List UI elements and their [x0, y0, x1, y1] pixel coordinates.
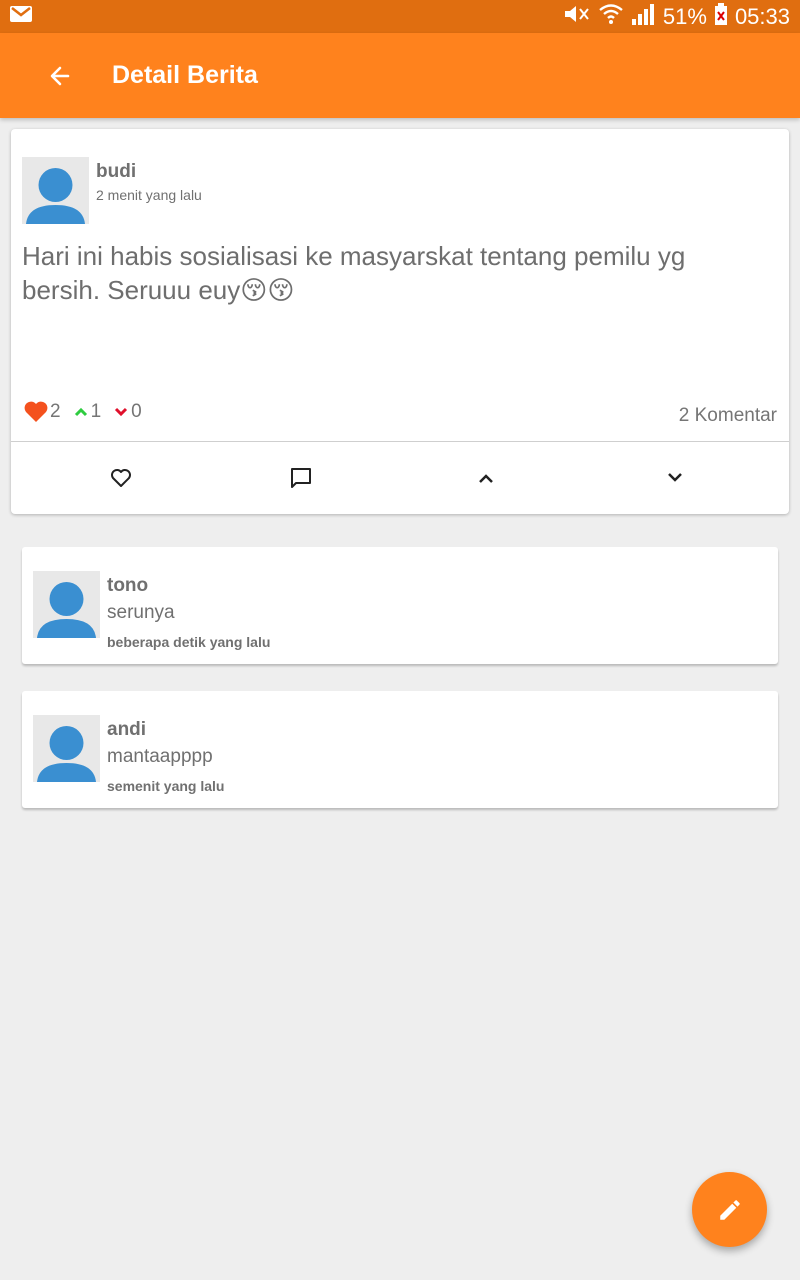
battery-icon — [714, 2, 727, 31]
upvote-button[interactable] — [468, 460, 504, 496]
status-bar: 51% 05:33 — [0, 0, 800, 33]
comment-author: tono — [107, 575, 149, 596]
page-title: Detail Berita — [112, 61, 258, 89]
downvote-count: 0 — [131, 401, 142, 422]
post-time: 2 menit yang lalu — [96, 187, 202, 203]
avatar — [33, 571, 100, 638]
back-button[interactable] — [30, 46, 90, 106]
comment-text: serunya — [107, 602, 175, 623]
post-author: budi — [96, 161, 137, 182]
wifi-icon — [599, 3, 623, 31]
comment-author: andi — [107, 719, 147, 740]
comment-card: tono serunya beberapa detik yang lalu — [22, 547, 778, 664]
comment-button[interactable] — [283, 460, 319, 496]
comment-text: mantaapppp — [107, 746, 213, 767]
comment-card: andi mantaapppp semenit yang lalu — [22, 691, 778, 808]
downvote-stat: 0 — [113, 401, 142, 423]
chevron-up-icon — [74, 407, 87, 417]
post-stats: 2 1 0 — [24, 401, 154, 423]
write-comment-button[interactable] — [692, 1172, 767, 1247]
comment-time: beberapa detik yang lalu — [107, 634, 271, 650]
clock: 05:33 — [734, 3, 790, 29]
edit-pencil-icon — [719, 1199, 740, 1220]
comment-time: semenit yang lalu — [107, 778, 225, 794]
heart-outline-icon — [111, 469, 131, 487]
chevron-down-icon — [115, 407, 128, 417]
like-button[interactable] — [103, 460, 139, 496]
arrow-back-icon — [50, 66, 70, 85]
comment-count-number: 2 — [678, 405, 690, 426]
chevron-up-icon — [479, 474, 493, 483]
chevron-down-icon — [668, 473, 682, 482]
mute-icon — [563, 4, 591, 30]
gmail-icon — [10, 6, 32, 27]
post-text: Hari ini habis sosialisasi ke masyarskat… — [22, 241, 686, 305]
avatar — [33, 715, 100, 782]
heart-filled-icon — [24, 401, 48, 422]
signal-icon — [631, 3, 655, 31]
downvote-button[interactable] — [657, 460, 693, 496]
app-bar: Detail Berita — [0, 33, 800, 118]
post-actions — [11, 442, 789, 514]
like-stat: 2 — [24, 401, 61, 423]
comment-count[interactable]: 2 Komentar — [679, 405, 777, 427]
avatar — [22, 157, 89, 224]
comment-count-label: Komentar — [694, 405, 777, 426]
comment-icon — [291, 468, 311, 488]
upvote-stat: 1 — [73, 401, 102, 423]
post-card: budi 2 menit yang lalu Hari ini habis so… — [11, 129, 789, 514]
battery-text: 51% — [662, 3, 707, 29]
upvote-count: 1 — [90, 401, 102, 422]
like-count: 2 — [50, 401, 61, 422]
